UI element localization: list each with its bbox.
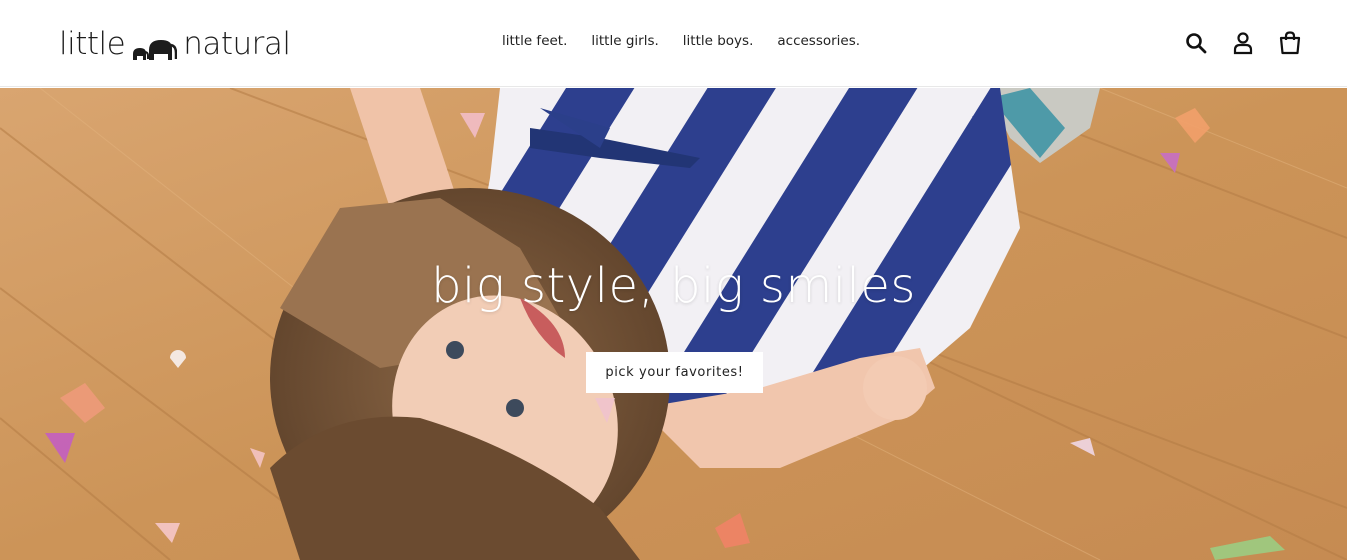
account-icon[interactable] — [1231, 30, 1255, 56]
hero-image — [0, 88, 1347, 560]
hero-banner: big style, big smiles pick your favorite… — [0, 88, 1347, 560]
hero-title: big style, big smiles — [431, 258, 916, 314]
nav-item-little-boys[interactable]: little boys. — [683, 33, 754, 49]
nav-item-accessories[interactable]: accessories. — [777, 33, 860, 49]
logo-text-little: little — [59, 26, 126, 62]
nav-item-little-feet[interactable]: little feet. — [502, 33, 567, 49]
main-nav: little feet. little girls. little boys. … — [502, 33, 860, 49]
header-icons — [1184, 30, 1302, 56]
nav-item-little-girls[interactable]: little girls. — [591, 33, 658, 49]
logo-text-natural: natural — [183, 26, 291, 62]
elephants-icon — [131, 34, 178, 60]
logo-link[interactable]: little natural — [59, 24, 291, 64]
cart-icon[interactable] — [1278, 30, 1302, 56]
pick-favorites-button[interactable]: pick your favorites! — [586, 352, 763, 393]
site-header: little natural little feet. little girls… — [0, 0, 1347, 87]
search-icon[interactable] — [1184, 30, 1208, 56]
